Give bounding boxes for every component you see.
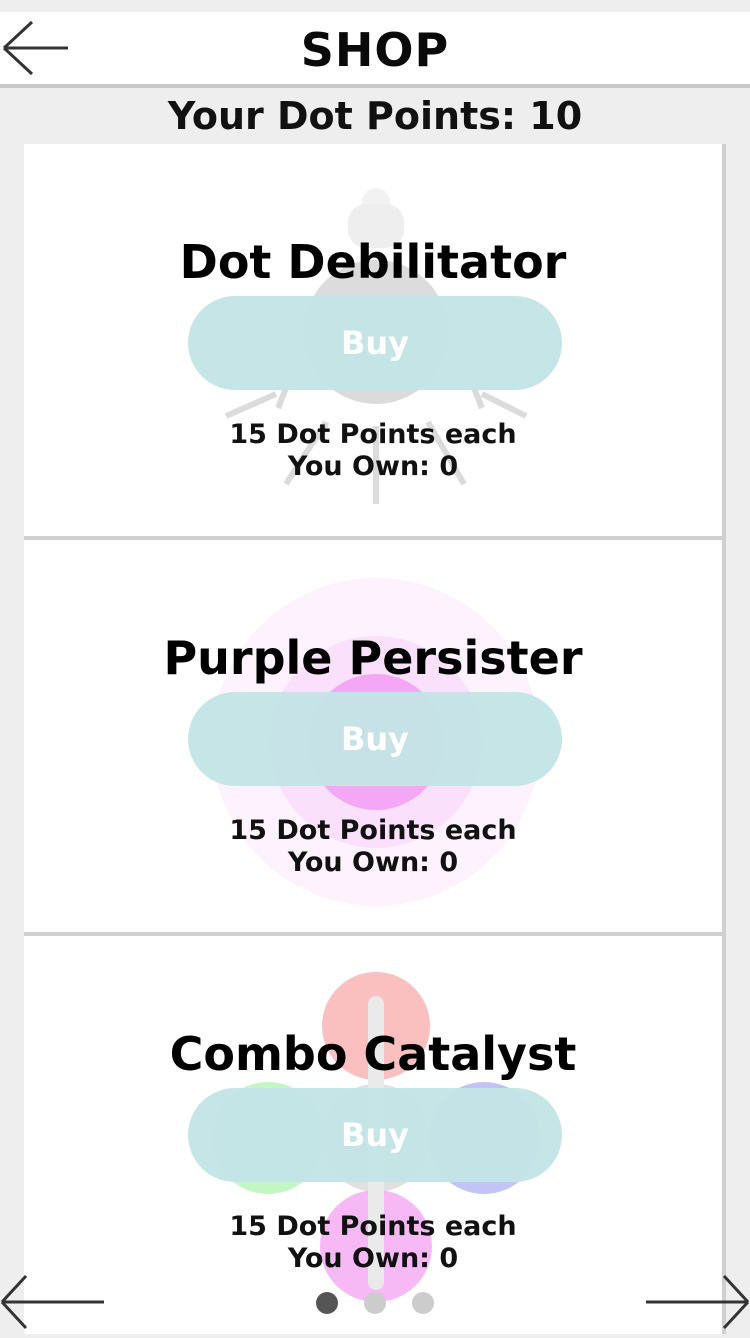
- dot-points-label: Your Dot Points: 10: [167, 94, 583, 138]
- item-name: Combo Catalyst: [169, 1027, 577, 1081]
- buy-button[interactable]: Buy: [188, 1088, 562, 1182]
- item-name: Purple Persister: [163, 631, 583, 685]
- page-indicator: [314, 1292, 438, 1316]
- page-dot[interactable]: [364, 1292, 386, 1314]
- page-title: SHOP: [300, 23, 450, 77]
- page-dot[interactable]: [412, 1292, 434, 1314]
- item-price: 15 Dot Points each: [229, 815, 517, 846]
- item-owned-count: You Own: 0: [287, 1243, 459, 1274]
- shop-item-card: Combo Catalyst Buy 15 Dot Points each Yo…: [24, 936, 726, 1334]
- status-strip: [0, 0, 750, 12]
- next-page-button[interactable]: [640, 1270, 750, 1334]
- shop-item-card: Dot Debilitator Buy 15 Dot Points each Y…: [24, 144, 726, 540]
- item-name: Dot Debilitator: [179, 235, 567, 289]
- page-dot-active[interactable]: [316, 1292, 338, 1314]
- shop-item-card: Purple Persister Buy 15 Dot Points each …: [24, 540, 726, 936]
- header-bar: SHOP: [0, 12, 750, 88]
- arrow-left-icon: [0, 1274, 104, 1330]
- item-price: 15 Dot Points each: [229, 1211, 517, 1242]
- buy-button[interactable]: Buy: [188, 296, 562, 390]
- previous-page-button[interactable]: [0, 1270, 110, 1334]
- item-owned-count: You Own: 0: [287, 451, 459, 482]
- item-price: 15 Dot Points each: [229, 419, 517, 450]
- item-owned-count: You Own: 0: [287, 847, 459, 878]
- arrow-right-icon: [646, 1274, 750, 1330]
- buy-button[interactable]: Buy: [188, 692, 562, 786]
